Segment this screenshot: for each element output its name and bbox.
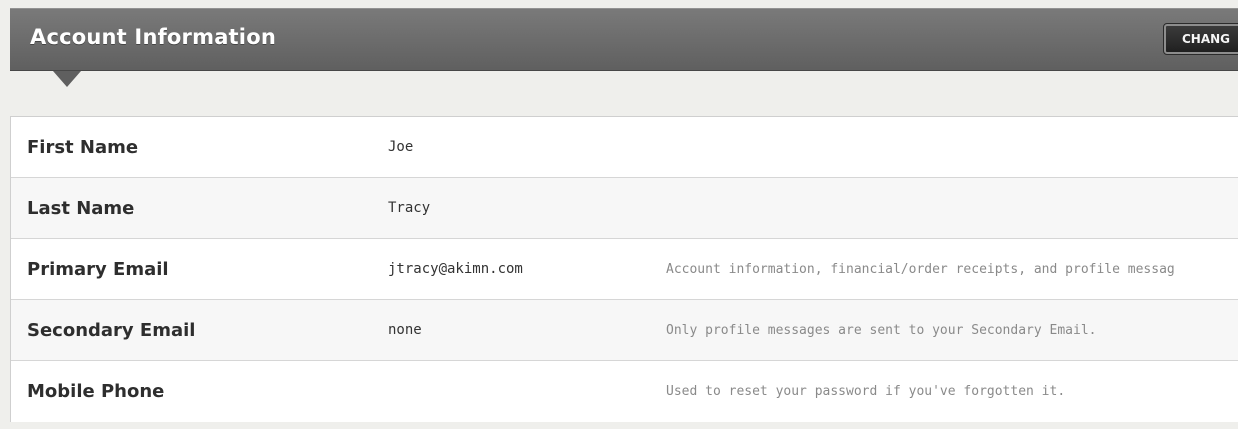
- secondary-email-label: Secondary Email: [27, 320, 196, 341]
- mobile-phone-label: Mobile Phone: [27, 381, 165, 402]
- account-information-page: Account Information CHANG First Name Joe…: [0, 0, 1238, 429]
- table-row-last-name: Last Name Tracy: [11, 178, 1238, 239]
- mobile-phone-note: Used to reset your password if you've fo…: [666, 384, 1066, 399]
- table-row-secondary-email: Secondary Email none Only profile messag…: [11, 300, 1238, 361]
- page-title: Account Information: [30, 25, 276, 49]
- first-name-label: First Name: [27, 137, 139, 158]
- first-name-value: Joe: [388, 139, 414, 155]
- table-row-primary-email: Primary Email jtracy@akimn.com Account i…: [11, 239, 1238, 300]
- account-info-table: First Name Joe Last Name Tracy Primary E…: [10, 116, 1238, 422]
- table-row-mobile-phone: Mobile Phone Used to reset your password…: [11, 361, 1238, 422]
- secondary-email-value: none: [388, 322, 422, 338]
- primary-email-value: jtracy@akimn.com: [388, 261, 523, 277]
- header-pointer-arrow: [53, 71, 81, 87]
- primary-email-label: Primary Email: [27, 259, 169, 280]
- account-information-header: Account Information: [10, 8, 1238, 71]
- last-name-value: Tracy: [388, 200, 431, 216]
- secondary-email-note: Only profile messages are sent to your S…: [666, 323, 1097, 338]
- change-button[interactable]: CHANG: [1163, 23, 1238, 55]
- table-row-first-name: First Name Joe: [11, 117, 1238, 178]
- primary-email-note: Account information, financial/order rec…: [666, 262, 1175, 277]
- last-name-label: Last Name: [27, 198, 135, 219]
